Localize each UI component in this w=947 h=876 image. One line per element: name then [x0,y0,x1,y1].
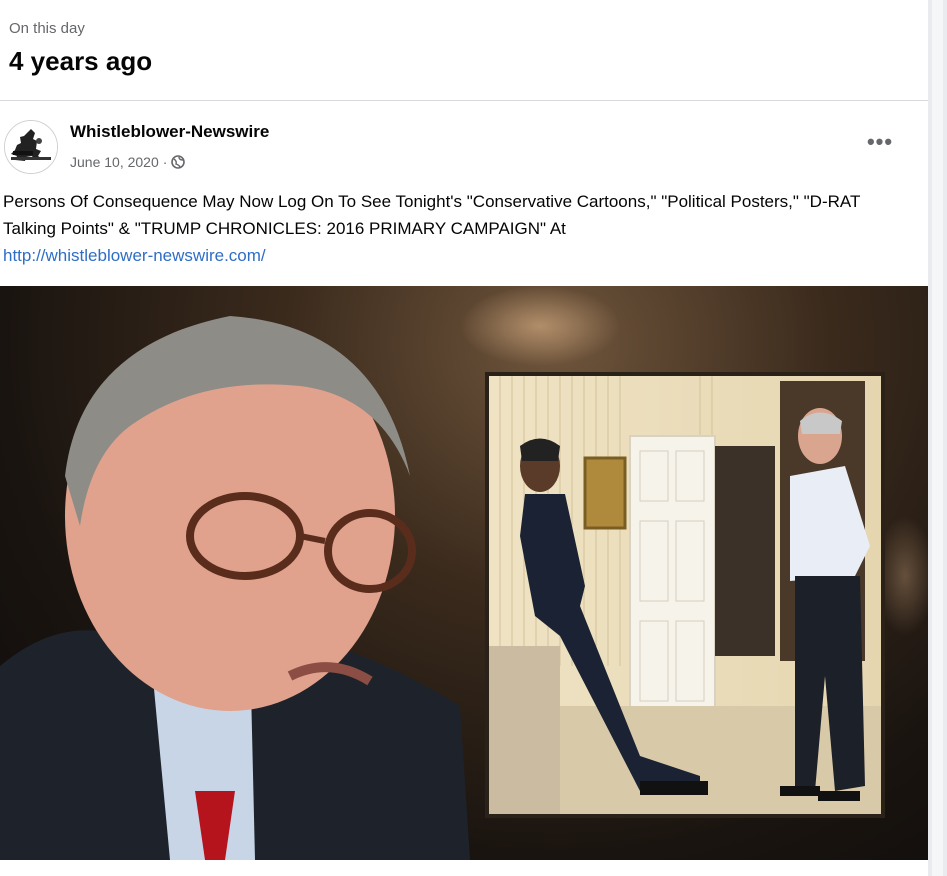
post-footer [0,860,928,876]
page-scrollbar-track[interactable] [928,0,947,876]
section-label: On this day [9,20,85,37]
avatar[interactable] [4,120,58,174]
page-logo-image [5,121,57,173]
inset-photo [485,372,885,818]
post-date[interactable]: June 10, 2020 [70,154,159,170]
scrollbar-rail [932,0,943,876]
more-options-icon[interactable]: ••• [862,131,898,160]
post-text: Persons Of Consequence May Now Log On To… [3,192,861,238]
memories-header: On this day 4 years ago [0,0,928,101]
portrait-figure [0,316,470,860]
globe-icon [171,155,186,169]
memory-title: 4 years ago [9,46,153,76]
post-meta: June 10, 2020 · [70,152,186,172]
post-link[interactable]: http://whistleblower-newswire.com/ [3,242,266,269]
post-card: Whistleblower-Newswire June 10, 2020 · •… [0,104,928,876]
post-author-name[interactable]: Whistleblower-Newswire [70,122,269,142]
meta-separator: · [162,154,168,170]
post-image[interactable] [0,286,928,860]
